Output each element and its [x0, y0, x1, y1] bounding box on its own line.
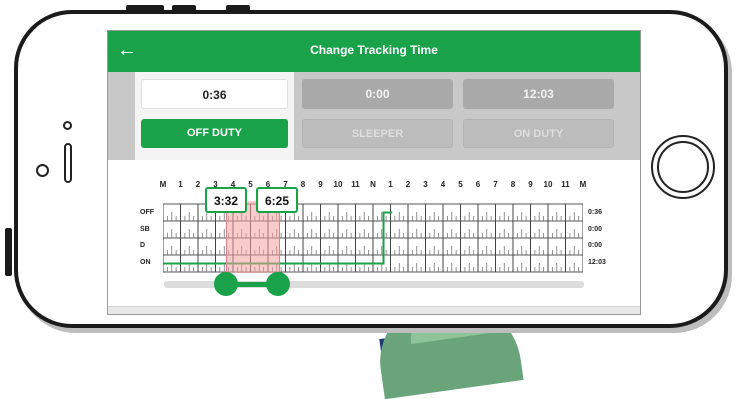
row-label-sb: SB	[140, 226, 150, 233]
end-time-flag: 6:25	[256, 187, 298, 213]
row-label-on: ON	[140, 259, 151, 266]
hour-label: N	[370, 180, 376, 189]
bottom-strip	[108, 306, 640, 314]
phone-top-button	[126, 5, 164, 12]
on-duty-time: 12:03	[463, 79, 614, 109]
total-sb: 0:00	[588, 226, 603, 233]
row-label-d: D	[140, 242, 146, 249]
duty-status-panel: 0:36 OFF DUTY 0:00 SLEEPER 12:03 ON DUTY	[108, 72, 640, 160]
hour-label: 7	[493, 180, 498, 189]
status-sleeper[interactable]: 0:00 SLEEPER	[296, 72, 459, 160]
front-camera-icon	[63, 121, 72, 130]
status-off-duty[interactable]: 0:36 OFF DUTY	[135, 72, 294, 160]
start-slider-handle[interactable]	[214, 272, 238, 296]
sleeper-button[interactable]: SLEEPER	[302, 119, 453, 148]
home-button[interactable]	[651, 135, 715, 199]
on-duty-button[interactable]: ON DUTY	[463, 119, 614, 148]
sleeper-time: 0:00	[302, 79, 453, 109]
hour-label: M	[579, 180, 587, 189]
duty-log-chart: M 1 2 3 4 5 6 7 8 9 10 11 N 1 2 3 4 5 6 7 8 9 10 11 M OFF SB D O…	[108, 160, 640, 314]
hour-label: 10	[333, 180, 343, 189]
hour-label: 5	[248, 180, 253, 189]
hour-label: 11	[351, 180, 360, 189]
phone-top-button	[226, 5, 250, 12]
hour-label: M	[159, 180, 167, 189]
status-on-duty[interactable]: 12:03 ON DUTY	[457, 72, 620, 160]
hour-label: 10	[543, 180, 553, 189]
phone-top-button	[172, 5, 196, 12]
off-duty-time: 0:36	[141, 79, 288, 109]
hour-label: 8	[510, 180, 516, 189]
hour-label: 4	[440, 180, 446, 189]
app-screen: ← Change Tracking Time 0:36 OFF DUTY 0:0…	[107, 30, 641, 315]
hour-label: 9	[528, 180, 533, 189]
total-on: 12:03	[588, 259, 606, 266]
page-title: Change Tracking Time	[310, 43, 438, 57]
end-slider-handle[interactable]	[266, 272, 290, 296]
phone-side-button	[5, 228, 12, 276]
hour-label: 9	[318, 180, 323, 189]
hour-label: 1	[388, 180, 393, 189]
total-d: 0:00	[588, 242, 603, 249]
hour-label: 5	[458, 180, 463, 189]
speaker-icon	[64, 143, 72, 183]
start-time-flag: 3:32	[205, 187, 247, 213]
total-off: 0:36	[588, 209, 603, 216]
sensor-icon	[36, 164, 49, 177]
hour-label: 11	[561, 180, 570, 189]
hour-label: 6	[475, 180, 481, 189]
app-bar: ← Change Tracking Time	[108, 31, 640, 72]
hour-label: 2	[195, 180, 201, 189]
off-duty-button[interactable]: OFF DUTY	[141, 119, 288, 148]
hour-label: 1	[178, 180, 183, 189]
hour-label: 3	[423, 180, 428, 189]
hour-label: 2	[405, 180, 411, 189]
hour-label: 8	[300, 180, 306, 189]
row-label-off: OFF	[140, 209, 154, 216]
